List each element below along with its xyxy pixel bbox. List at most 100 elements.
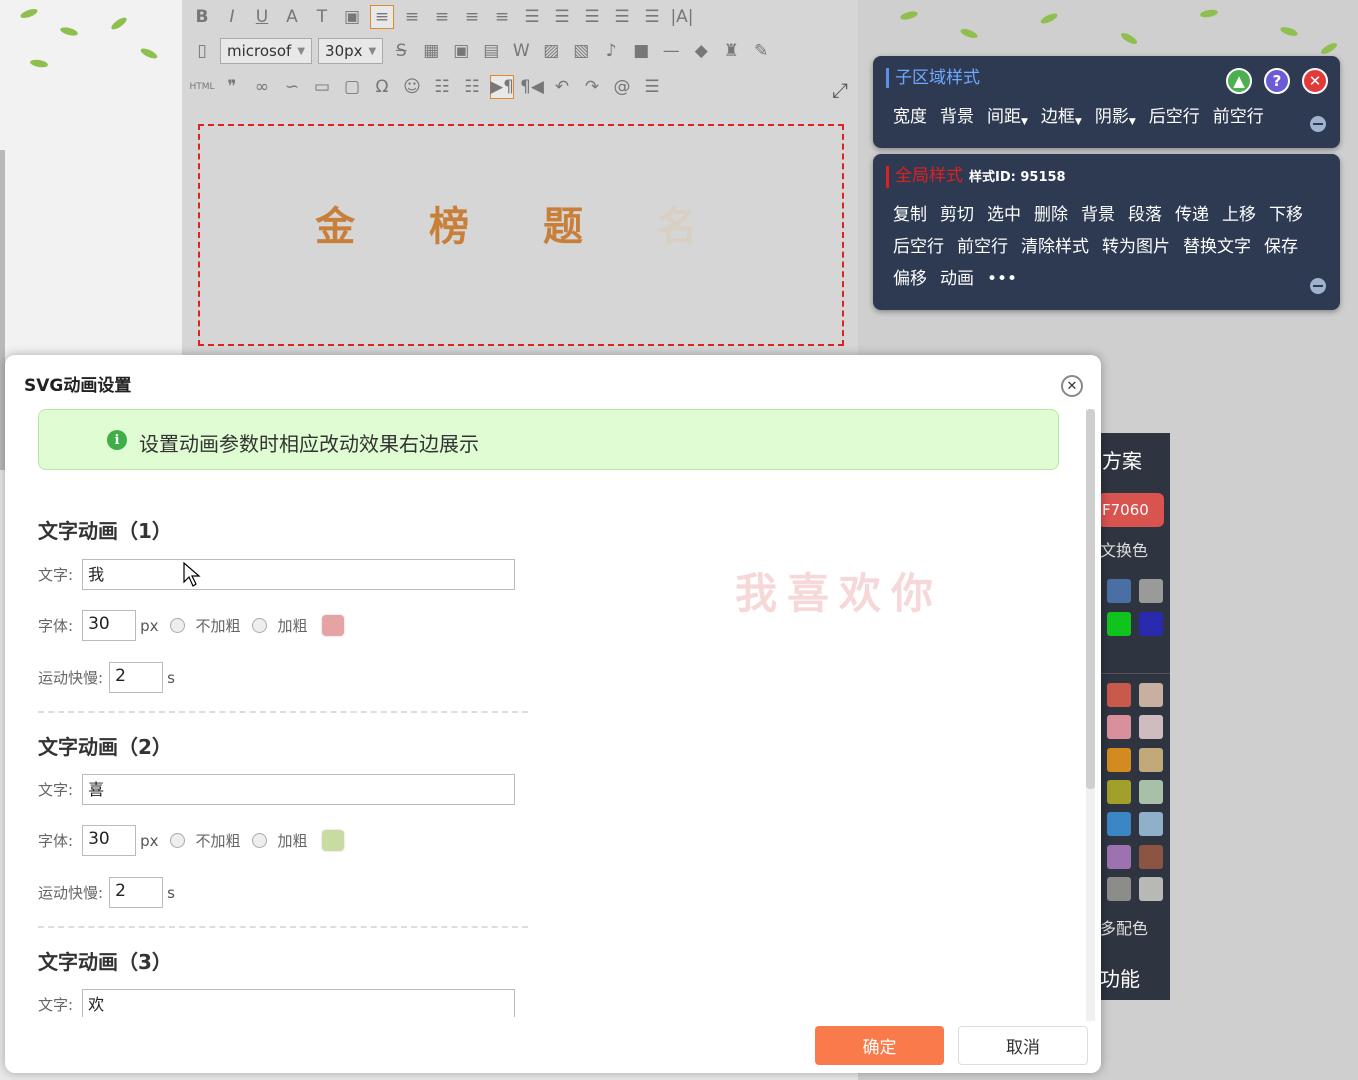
gallery-icon[interactable]: ▤ (479, 39, 503, 63)
highlight-icon[interactable]: ▣ (340, 5, 364, 29)
bold-radio[interactable] (252, 618, 268, 633)
collapse-icon[interactable] (1310, 278, 1326, 294)
search-replace-icon[interactable]: @ (610, 75, 634, 99)
line-height-icon[interactable]: ☰ (580, 5, 604, 29)
color-swatch[interactable] (1139, 780, 1163, 804)
close-icon[interactable]: ✕ (1302, 68, 1328, 94)
horizontal-line-icon[interactable]: — (659, 39, 683, 63)
color-swatch[interactable] (1139, 877, 1163, 901)
screenshot-icon[interactable]: ▧ (569, 39, 593, 63)
word-icon[interactable]: W (509, 39, 533, 63)
color-swatch[interactable] (1107, 683, 1131, 707)
panel-item-to-image[interactable]: 转为图片 (1102, 236, 1170, 258)
color-swatch[interactable] (1139, 845, 1163, 869)
align-justify-icon[interactable]: ≡ (460, 5, 484, 29)
list-icon[interactable]: ☰ (640, 5, 664, 29)
panel-item-select[interactable]: 选中 (987, 204, 1021, 226)
panel-item-shadow[interactable]: 阴影▼ (1095, 106, 1136, 133)
panel-item-clear-style[interactable]: 清除样式 (1021, 236, 1089, 258)
text-input[interactable]: 欢 (82, 989, 516, 1017)
color-swatch[interactable] (1139, 683, 1163, 707)
font-style-icon[interactable]: T (310, 5, 334, 29)
align-center-icon[interactable]: ≡ (400, 5, 424, 29)
panel-item-cut[interactable]: 剪切 (940, 204, 974, 226)
clear-format-icon[interactable]: ☰ (640, 75, 664, 99)
italic-icon[interactable]: I (220, 5, 244, 29)
panel-item-paragraph[interactable]: 段落 (1128, 204, 1162, 226)
color-swatch[interactable] (1107, 877, 1131, 901)
underline-icon[interactable]: U (250, 5, 274, 29)
color-swatch[interactable] (1139, 612, 1163, 636)
panel-item-before-blank[interactable]: 前空行 (957, 236, 1008, 258)
panel-item-after-blank[interactable]: 后空行 (1149, 106, 1200, 133)
panel-item-move-down[interactable]: 下移 (1269, 204, 1303, 226)
microphone-icon[interactable]: ♪ (599, 39, 623, 63)
edit-area[interactable]: 金 榜 题 名 (198, 124, 844, 346)
panel-item-move-up[interactable]: 上移 (1222, 204, 1256, 226)
paragraph-spacing-icon[interactable]: ☰ (610, 5, 634, 29)
strikethrough-icon[interactable]: S (389, 39, 413, 63)
table-icon[interactable]: ▦ (419, 39, 443, 63)
color-swatch[interactable] (1107, 715, 1131, 739)
color-swatch[interactable] (1139, 579, 1163, 603)
letter-spacing-icon[interactable]: |A| (670, 5, 694, 29)
justify-all-icon[interactable]: ≡ (490, 5, 514, 29)
outdent-icon[interactable]: ☰ (550, 5, 574, 29)
panel-item-after-blank[interactable]: 后空行 (893, 236, 944, 258)
panel-item-background[interactable]: 背景 (940, 106, 974, 133)
speed-input[interactable]: 2 (109, 662, 164, 693)
color-swatch[interactable] (1107, 780, 1131, 804)
font-size-input[interactable]: 30 (82, 610, 137, 641)
insert-frame-icon[interactable]: ▢ (340, 75, 364, 99)
link-icon[interactable]: ∞ (250, 75, 274, 99)
dialog-scrollbar[interactable] (1086, 409, 1095, 1021)
panel-item-replace-text[interactable]: 替换文字 (1183, 236, 1251, 258)
undo-icon[interactable]: ↶ (550, 75, 574, 99)
panel-item-offset[interactable]: 偏移 (893, 268, 927, 290)
no-bold-radio[interactable] (170, 618, 186, 633)
lock-icon[interactable]: ▲ (1226, 68, 1252, 94)
color-code-badge[interactable]: F7060 (1098, 493, 1164, 527)
font-size-select[interactable]: 30px ▼ (318, 38, 384, 64)
bold-icon[interactable]: B (190, 5, 214, 29)
panel-item-transfer[interactable]: 传递 (1175, 204, 1209, 226)
confirm-button[interactable]: 确定 (815, 1026, 944, 1065)
sidebar-label-color-swap[interactable]: 文换色 (1100, 537, 1148, 561)
panel-item-animation[interactable]: 动画 (940, 268, 974, 290)
cancel-button[interactable]: 取消 (958, 1026, 1088, 1065)
special-char-icon[interactable]: Ω (370, 75, 394, 99)
text-input[interactable]: 我 (82, 559, 516, 590)
rtl-icon[interactable]: ¶◀ (520, 75, 544, 99)
panel-item-before-blank[interactable]: 前空行 (1213, 106, 1264, 133)
color-swatch[interactable] (1107, 748, 1131, 772)
color-swatch[interactable] (1139, 715, 1163, 739)
scrollbar-thumb[interactable] (1086, 409, 1095, 789)
color-picker[interactable] (321, 830, 344, 851)
quote-icon[interactable]: ❞ (220, 75, 244, 99)
color-swatch[interactable] (1139, 812, 1163, 836)
html-icon[interactable]: HTML (189, 75, 214, 99)
more-icon[interactable]: ••• (987, 268, 1017, 290)
unlink-icon[interactable]: ∽ (280, 75, 304, 99)
bold-radio[interactable] (252, 833, 268, 848)
align-left-icon[interactable]: ≡ (370, 5, 394, 29)
unordered-list-icon[interactable]: ☷ (460, 75, 484, 99)
font-size-input[interactable]: 30 (82, 825, 137, 856)
color-swatch[interactable] (1107, 579, 1131, 603)
eraser-icon[interactable]: ◆ (689, 39, 713, 63)
picture-icon[interactable]: ▨ (539, 39, 563, 63)
panel-item-spacing[interactable]: 间距▼ (987, 106, 1028, 133)
text-input[interactable]: 喜 (82, 774, 516, 805)
sidebar-label-multi-color[interactable]: 多配色 (1100, 915, 1148, 939)
panel-item-border[interactable]: 边框▼ (1041, 106, 1082, 133)
close-icon[interactable]: ✕ (1061, 375, 1083, 397)
panel-item-background[interactable]: 背景 (1081, 204, 1115, 226)
font-family-select[interactable]: microsof ▼ (220, 38, 313, 64)
panel-item-save[interactable]: 保存 (1264, 236, 1298, 258)
new-document-icon[interactable]: ▯ (190, 39, 214, 63)
format-painter-icon[interactable]: ♜ (719, 39, 743, 63)
indent-icon[interactable]: ☰ (520, 5, 544, 29)
image-icon[interactable]: ▣ (449, 39, 473, 63)
speed-input[interactable]: 2 (109, 877, 164, 908)
color-swatch[interactable] (1139, 748, 1163, 772)
